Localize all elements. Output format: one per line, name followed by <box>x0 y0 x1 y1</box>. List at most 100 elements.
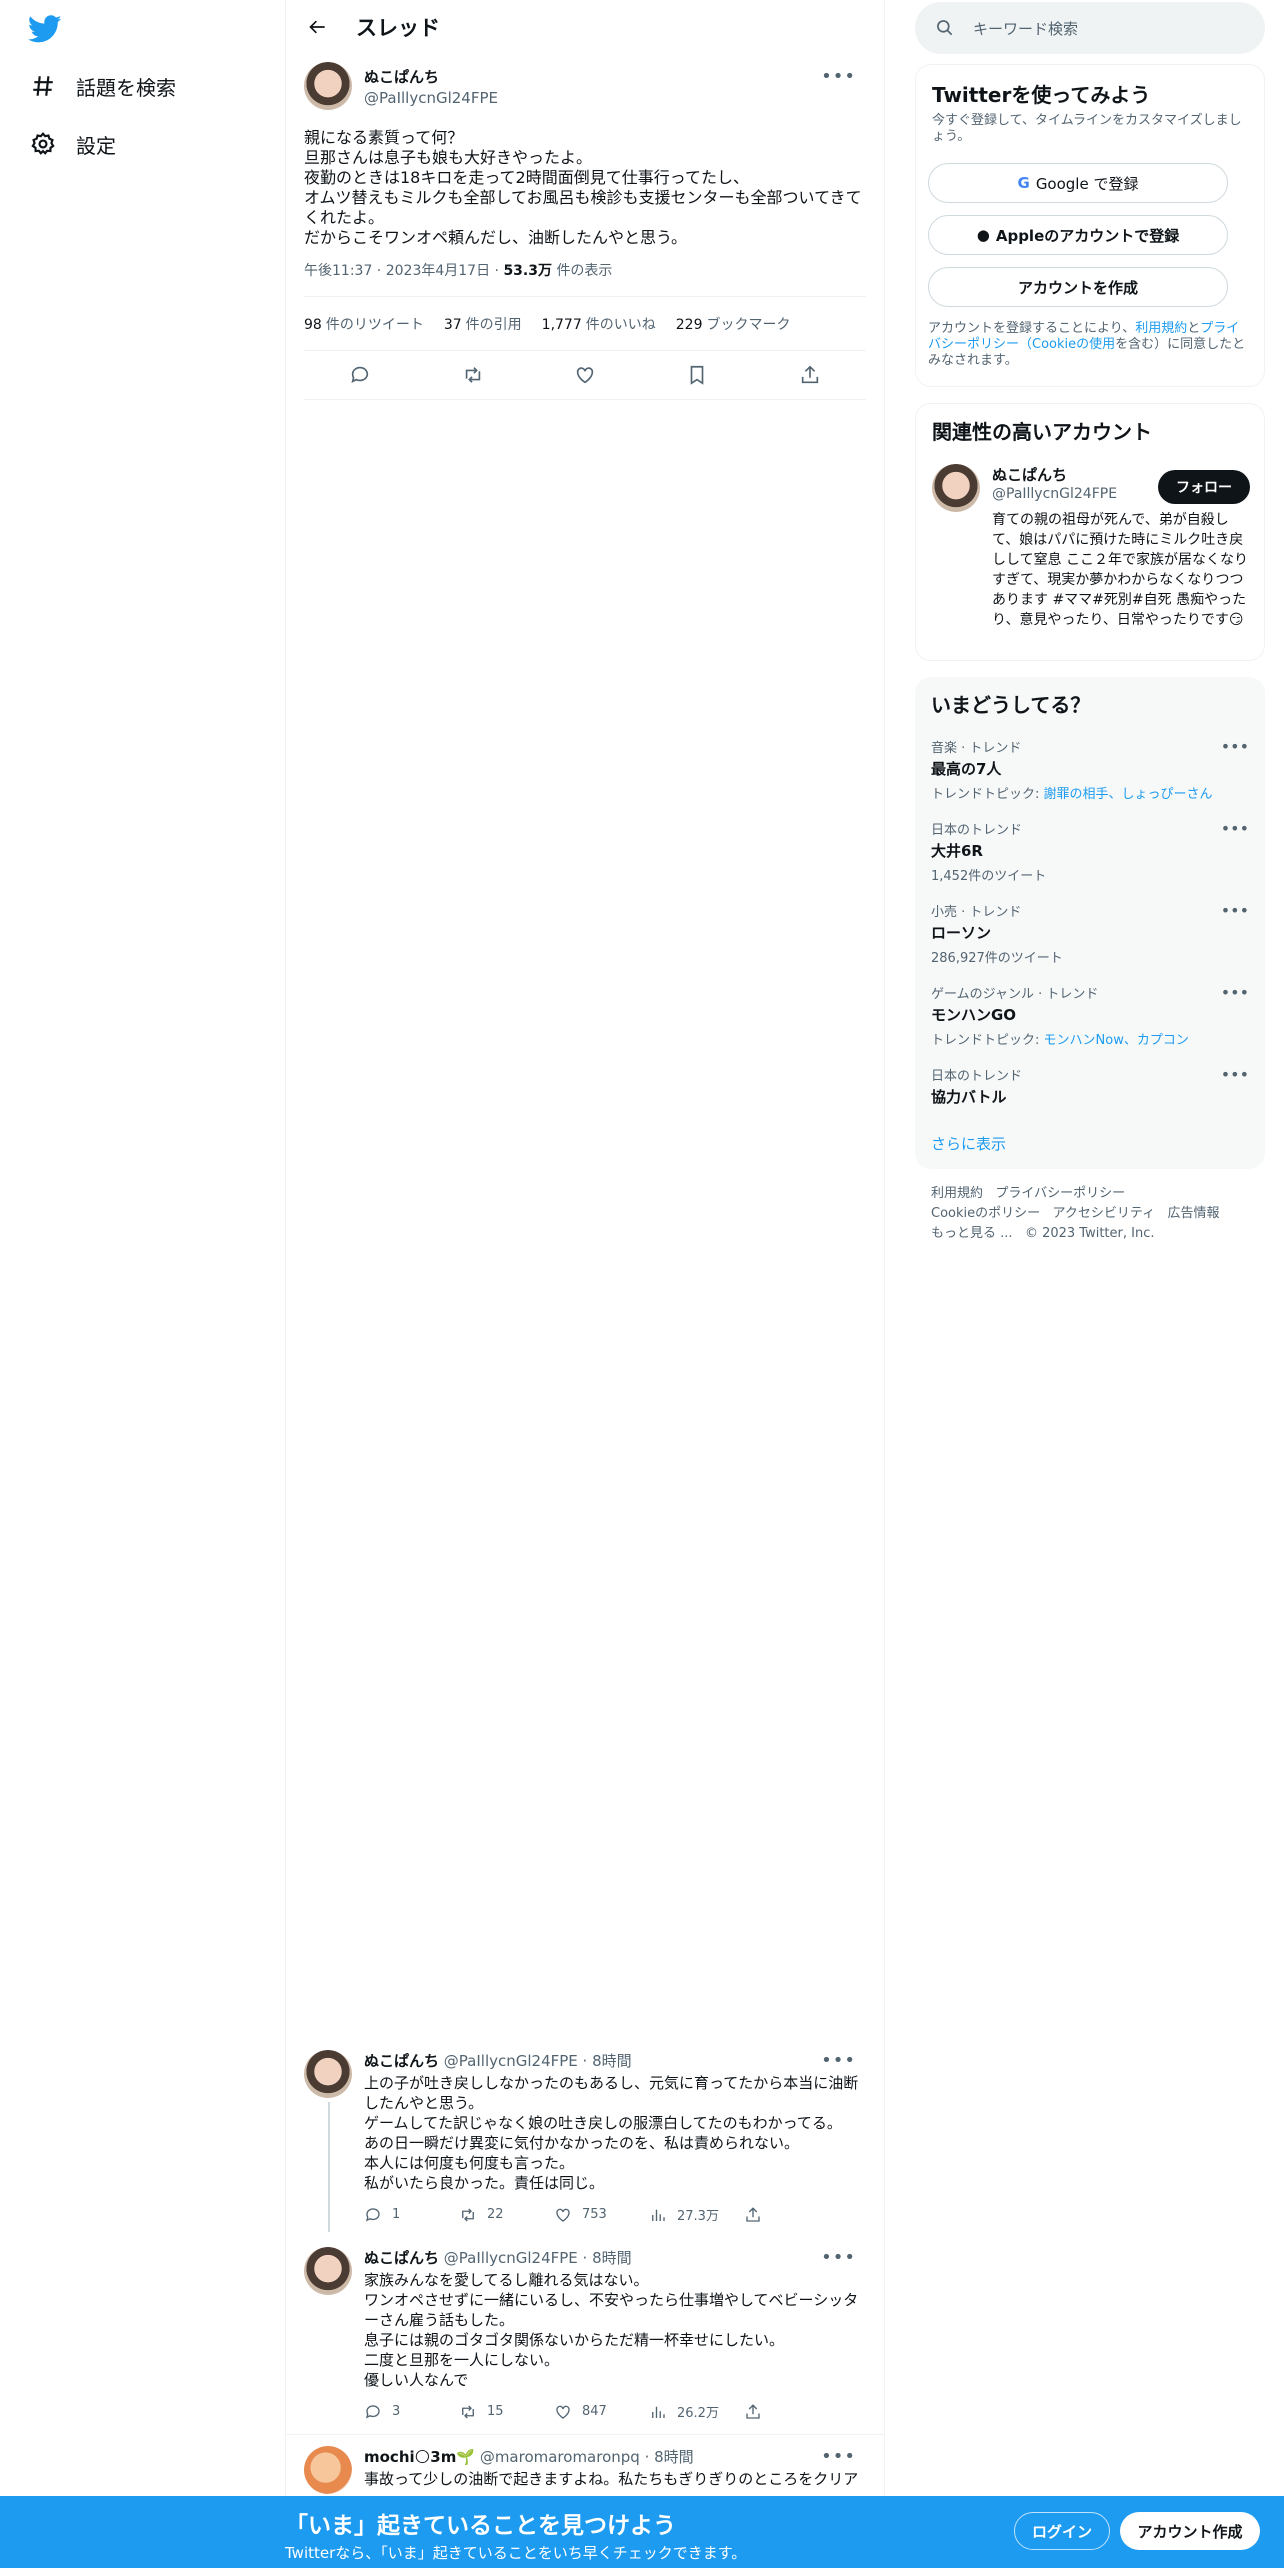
reply-actions: 3 15 847 26.2万 <box>364 2402 866 2421</box>
more-options-icon[interactable]: ••• <box>1221 983 1249 1002</box>
google-signup-button[interactable]: G Google で登録 <box>928 163 1228 203</box>
related-handle[interactable]: @PaIllycnGl24FPE <box>992 486 1117 502</box>
share-icon[interactable] <box>744 2403 839 2421</box>
like-icon[interactable] <box>570 360 600 390</box>
reply-tweet[interactable]: mochi🌕3m🌱 @maromaromaronpq · 8時間 事故って少しの… <box>304 2446 866 2494</box>
retweet-icon[interactable] <box>458 360 488 390</box>
footer-more[interactable]: もっと見る ... <box>931 1226 1013 1241</box>
reply-handle[interactable]: @maromaromaronpq <box>480 2448 640 2466</box>
twitter-logo-icon[interactable] <box>27 12 62 46</box>
retweet-count[interactable]: 15 <box>459 2403 554 2421</box>
more-options-icon[interactable]: ••• <box>821 2446 856 2467</box>
reply-time[interactable]: 8時間 <box>592 2052 632 2070</box>
reply-handle[interactable]: @PaIllycnGl24FPE <box>444 2249 578 2267</box>
footer-privacy[interactable]: プライバシーポリシー <box>995 1186 1125 1201</box>
reply-tweet[interactable]: ぬこぱんち @PaIllycnGl24FPE · 8時間 上の子が吐き戻ししなか… <box>304 2050 866 2224</box>
reply-display-name[interactable]: ぬこぱんち <box>364 2249 439 2267</box>
trend-item[interactable]: 音楽 · トレンド 最高の7人 トレンドトピック: 謝罪の相手、しょっぴーさん … <box>931 737 1249 802</box>
bookmark-icon[interactable] <box>682 360 712 390</box>
tweet-date[interactable]: 2023年4月17日 <box>386 263 490 279</box>
login-button[interactable]: ログイン <box>1014 2512 1110 2550</box>
create-account-button[interactable]: アカウントを作成 <box>928 267 1228 307</box>
more-options-icon[interactable]: ••• <box>1221 737 1249 756</box>
footer-terms[interactable]: 利用規約 <box>931 1186 983 1201</box>
trend-item[interactable]: 小売 · トレンド ローソン 286,927件のツイート ••• <box>931 901 1249 966</box>
footer-accessibility[interactable]: アクセシビリティ <box>1053 1206 1156 1221</box>
analytics-icon <box>652 2209 665 2221</box>
footer-cookie[interactable]: Cookieのポリシー <box>931 1206 1040 1221</box>
retweet-icon <box>462 2405 474 2418</box>
like-icon <box>556 2405 570 2419</box>
likes-stat[interactable]: 1,777 件のいいね <box>542 314 656 334</box>
trend-item[interactable]: ゲームのジャンル · トレンド モンハンGO トレンドトピック: モンハンNow… <box>931 983 1249 1048</box>
like-count[interactable]: 753 <box>554 2206 649 2224</box>
search-box[interactable]: キーワード検索 <box>915 2 1265 54</box>
avatar[interactable] <box>304 2446 352 2494</box>
quotes-stat[interactable]: 37 件の引用 <box>444 314 522 334</box>
reply-tweet[interactable]: ぬこぱんち @PaIllycnGl24FPE · 8時間 家族みんなを愛してるし… <box>304 2247 866 2421</box>
retweet-count[interactable]: 22 <box>459 2206 554 2224</box>
reply-header: ぬこぱんち @PaIllycnGl24FPE · 8時間 <box>364 2052 632 2070</box>
tweet-meta: 午後11:37 · 2023年4月17日 · 53.3万 件の表示 <box>304 263 613 279</box>
reply-handle[interactable]: @PaIllycnGl24FPE <box>444 2052 578 2070</box>
reply-count[interactable]: 3 <box>364 2403 459 2421</box>
left-nav: 話題を検索 設定 <box>0 0 285 2568</box>
trends-title: いまどうしてる？ <box>931 693 1091 717</box>
footer-links: 利用規約 プライバシーポリシー Cookieのポリシー アクセシビリティ 広告情… <box>931 1184 1220 1244</box>
avatar[interactable] <box>304 2247 352 2295</box>
show-more-link[interactable]: さらに表示 <box>931 1133 1006 1154</box>
more-options-icon[interactable]: ••• <box>1221 901 1249 920</box>
more-options-icon[interactable]: ••• <box>821 66 856 87</box>
apple-signup-button[interactable]: ● Appleのアカウントで登録 <box>928 215 1228 255</box>
avatar[interactable] <box>304 62 352 110</box>
gear-icon <box>28 129 58 159</box>
signup-subtitle: 今すぐ登録して、タイムラインをカスタマイズしましょう。 <box>932 113 1242 144</box>
reply-text: 家族みんなを愛してるし離れる気はない。 ワンオペさせずに一緒にいるし、不安やった… <box>364 2271 859 2389</box>
bookmarks-stat[interactable]: 229 ブックマーク <box>676 314 791 334</box>
avatar[interactable] <box>304 2050 352 2098</box>
analytics-icon <box>652 2406 665 2418</box>
page: 話題を検索 設定 スレッド ぬこぱんち @PaIllycnGl24FPE •••… <box>0 0 1284 2568</box>
more-options-icon[interactable]: ••• <box>821 2247 856 2268</box>
views-count[interactable]: 27.3万 <box>649 2205 744 2224</box>
share-icon[interactable] <box>744 2206 839 2224</box>
reply-display-name[interactable]: mochi🌕3m🌱 <box>364 2448 475 2466</box>
more-options-icon[interactable]: ••• <box>1221 1065 1249 1084</box>
share-icon[interactable] <box>795 360 825 390</box>
signup-card: Twitterを使ってみよう 今すぐ登録して、タイムラインをカスタマイズしましょ… <box>915 64 1265 387</box>
google-icon: G <box>1017 174 1030 192</box>
more-options-icon[interactable]: ••• <box>821 2050 856 2071</box>
reply-display-name[interactable]: ぬこぱんち <box>364 2052 439 2070</box>
tweet-time[interactable]: 午後11:37 <box>304 263 372 279</box>
follow-button[interactable]: フォロー <box>1158 470 1250 504</box>
hashtag-icon <box>28 71 58 101</box>
search-input[interactable]: キーワード検索 <box>973 18 1078 39</box>
signup-button[interactable]: アカウント作成 <box>1120 2512 1260 2550</box>
related-accounts-card: 関連性の高いアカウント ぬこぱんち @PaIllycnGl24FPE フォロー … <box>915 403 1265 661</box>
footer-ads[interactable]: 広告情報 <box>1168 1206 1220 1221</box>
bottom-subline: Twitterなら、「いま」起きていることをいち早くチェックできます。 <box>285 2544 747 2562</box>
like-count[interactable]: 847 <box>554 2403 649 2421</box>
reply-count[interactable]: 1 <box>364 2206 459 2224</box>
back-arrow-icon[interactable] <box>298 7 338 47</box>
tweet-text: 親になる素質って何？ 旦那さんは息子も娘も大好きやったよ。 夜勤のときは18キロ… <box>304 128 862 247</box>
views-count[interactable]: 26.2万 <box>649 2402 744 2421</box>
views-count: 53.3万 <box>503 263 552 279</box>
trend-item[interactable]: 日本のトレンド 大井6R 1,452件のツイート ••• <box>931 819 1249 884</box>
bottom-headline: 「いま」起きていることを見つけよう <box>285 2513 676 2539</box>
trend-item[interactable]: 日本のトレンド 協力バトル ••• <box>931 1065 1249 1107</box>
retweets-stat[interactable]: 98 件のリツイート <box>304 314 424 334</box>
nav-settings[interactable]: 設定 <box>28 124 116 164</box>
avatar[interactable] <box>932 464 980 512</box>
reply-time[interactable]: 8時間 <box>654 2448 694 2466</box>
terms-link[interactable]: 利用規約 <box>1135 321 1187 336</box>
more-options-icon[interactable]: ••• <box>1221 819 1249 838</box>
reply-time[interactable]: 8時間 <box>592 2249 632 2267</box>
like-icon <box>556 2208 570 2222</box>
nav-explore[interactable]: 話題を検索 <box>28 66 176 106</box>
main-tweet: ぬこぱんち @PaIllycnGl24FPE ••• 親になる素質って何？ 旦那… <box>304 62 866 400</box>
reply-icon[interactable] <box>345 360 375 390</box>
author-handle[interactable]: @PaIllycnGl24FPE <box>364 89 498 107</box>
related-name[interactable]: ぬこぱんち <box>992 464 1067 485</box>
author-display-name[interactable]: ぬこぱんち <box>364 66 498 87</box>
